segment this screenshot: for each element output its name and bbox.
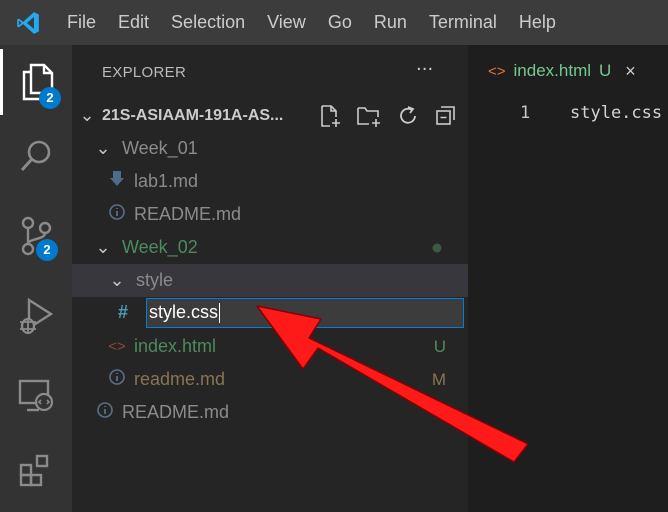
new-file-icon[interactable]: [318, 104, 342, 128]
vscode-logo-icon: [0, 0, 56, 45]
tab-index-html[interactable]: <> index.html U ×: [468, 45, 668, 97]
menu-view[interactable]: View: [256, 0, 317, 45]
menu-file[interactable]: File: [56, 0, 107, 45]
file-lab1-md[interactable]: lab1.md: [72, 165, 468, 198]
search-activity-button[interactable]: [0, 123, 72, 189]
modified-badge: M: [431, 369, 446, 389]
info-icon: [106, 203, 128, 226]
folder-label: Week_01: [122, 138, 198, 158]
chevron-down-icon: ⌄: [95, 138, 111, 158]
file-name-input[interactable]: style.css: [146, 297, 464, 328]
modified-dot-icon: [432, 238, 442, 258]
extensions-icon: [19, 454, 49, 487]
explorer-title: EXPLORER: [102, 64, 187, 81]
code-editor[interactable]: 1 style.css: [468, 97, 668, 512]
tab-label: index.html: [513, 61, 592, 80]
project-name: 21S-ASIAAM-191A-AS...: [102, 106, 284, 124]
menu-edit[interactable]: Edit: [107, 0, 160, 45]
menu-go[interactable]: Go: [317, 0, 363, 45]
chevron-down-icon: ⌄: [109, 270, 125, 290]
explorer-activity-button[interactable]: 2: [0, 49, 72, 115]
collapse-all-icon[interactable]: [434, 104, 458, 128]
markdown-download-icon: [106, 170, 128, 193]
editor-tab-bar: <> index.html U ×: [468, 45, 668, 97]
menu-terminal[interactable]: Terminal: [418, 0, 508, 45]
remote-explorer-icon: [18, 379, 54, 412]
folder-label: style: [136, 270, 174, 290]
activity-bar: 2 2: [0, 45, 72, 512]
more-actions-icon[interactable]: ···: [416, 59, 433, 80]
extensions-activity-button[interactable]: [0, 437, 72, 503]
text-caret: [219, 302, 221, 323]
menu-selection[interactable]: Selection: [160, 0, 256, 45]
html-file-icon: <>: [488, 62, 506, 80]
project-root[interactable]: ⌄ 21S-ASIAAM-191A-AS...: [72, 99, 468, 132]
css-file-icon: #: [118, 302, 129, 322]
folder-week-02[interactable]: ⌄ Week_02: [72, 231, 468, 264]
untracked-badge: U: [433, 336, 446, 356]
run-debug-icon: [20, 297, 54, 335]
line-number: 1: [520, 103, 531, 123]
file-readme-md-week02[interactable]: readme.md M: [72, 363, 468, 396]
remote-explorer-activity-button[interactable]: [0, 363, 72, 429]
file-readme-md-root[interactable]: README.md: [72, 396, 468, 429]
code-line: style.css: [570, 103, 663, 123]
html-file-icon: <>: [108, 338, 126, 355]
run-debug-activity-button[interactable]: [0, 283, 72, 349]
close-icon[interactable]: ×: [625, 61, 636, 82]
search-icon: [20, 140, 51, 172]
new-file-row[interactable]: # style.css: [72, 296, 468, 329]
chevron-down-icon: ⌄: [79, 105, 95, 125]
folder-week-01[interactable]: ⌄ Week_01: [72, 132, 468, 165]
file-index-html[interactable]: <> index.html U: [72, 330, 468, 363]
info-icon: [94, 401, 116, 424]
chevron-down-icon: ⌄: [95, 237, 111, 257]
source-control-badge: 2: [36, 239, 58, 261]
folder-label: Week_02: [122, 237, 198, 257]
info-icon: [106, 368, 128, 391]
menu-help[interactable]: Help: [508, 0, 567, 45]
file-readme-md-week01[interactable]: README.md: [72, 198, 468, 231]
refresh-icon[interactable]: [396, 104, 420, 128]
source-control-activity-button[interactable]: 2: [0, 203, 72, 269]
file-label: lab1.md: [134, 171, 199, 191]
explorer-badge: 2: [39, 87, 61, 109]
tab-status-badge: U: [599, 61, 612, 80]
file-name-input-value: style.css: [149, 302, 219, 322]
menu-bar: File Edit Selection View Go Run Terminal…: [0, 0, 668, 45]
new-folder-icon[interactable]: [356, 104, 382, 128]
menu-run[interactable]: Run: [363, 0, 418, 45]
file-label: README.md: [134, 204, 242, 224]
folder-style[interactable]: ⌄ style: [72, 264, 468, 297]
file-label: readme.md: [134, 369, 226, 389]
file-label: index.html: [134, 336, 217, 356]
file-label: README.md: [122, 402, 230, 422]
explorer-sidebar: EXPLORER ··· ⌄ 21S-ASIAAM-191A-AS... ⌄ W…: [72, 45, 468, 512]
